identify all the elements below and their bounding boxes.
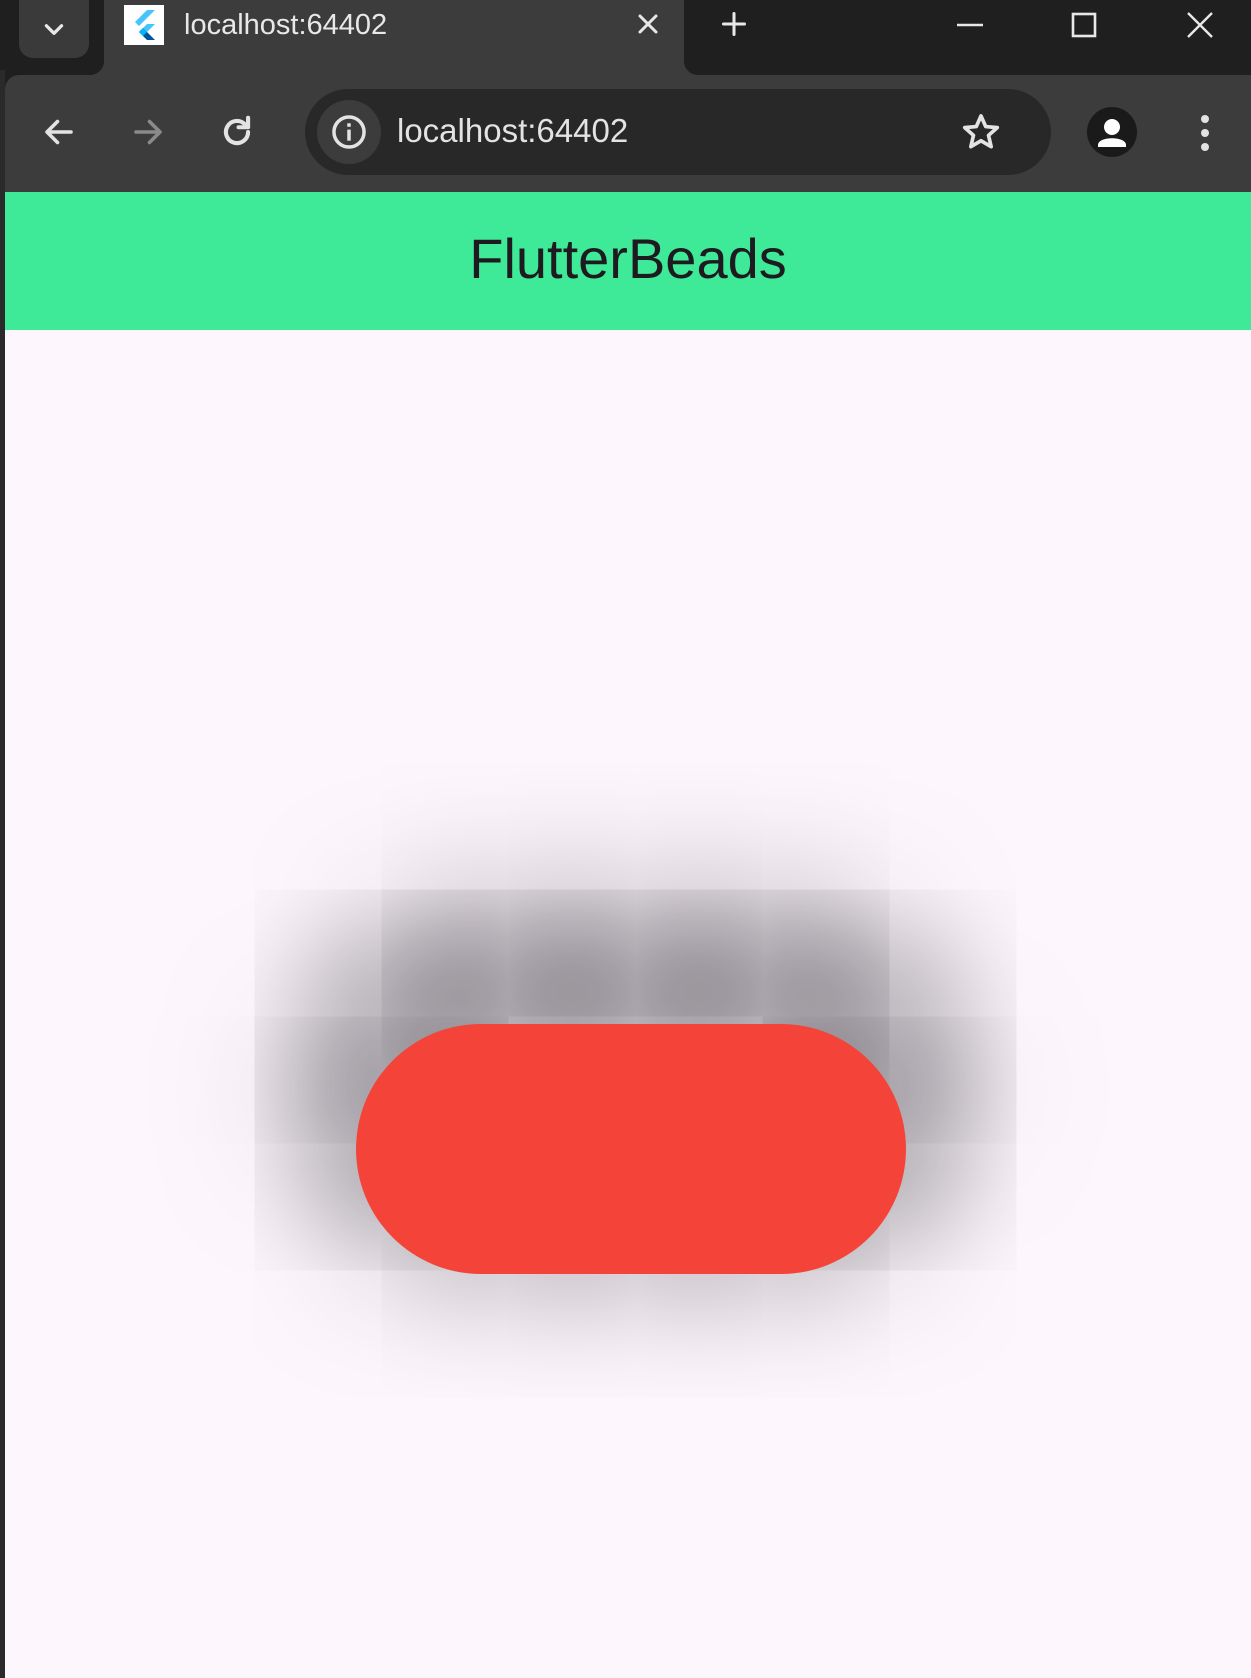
page-viewport: FlutterBeads bbox=[5, 192, 1251, 1678]
close-icon bbox=[1187, 12, 1213, 38]
browser-window: localhost:64402 localhost:64402 FlutterB… bbox=[0, 0, 1251, 1678]
minimize-icon bbox=[957, 23, 983, 27]
reload-icon bbox=[223, 115, 251, 146]
info-icon bbox=[332, 115, 366, 149]
app-title: FlutterBeads bbox=[469, 227, 787, 290]
profile-button[interactable] bbox=[1087, 107, 1137, 157]
maximize-button[interactable] bbox=[1054, 0, 1114, 50]
tab-title: localhost:64402 bbox=[184, 9, 388, 41]
more-vertical-icon bbox=[1201, 115, 1209, 151]
reload-button[interactable] bbox=[207, 102, 267, 162]
browser-tab[interactable]: localhost:64402 bbox=[90, 0, 698, 75]
app-bar: FlutterBeads bbox=[5, 192, 1251, 330]
flutter-logo-icon bbox=[124, 5, 164, 45]
bead[interactable] bbox=[356, 1024, 906, 1274]
url-text: localhost:64402 bbox=[397, 112, 629, 149]
back-button[interactable] bbox=[29, 102, 89, 162]
star-icon bbox=[962, 114, 1000, 149]
person-icon bbox=[1098, 119, 1126, 147]
forward-button[interactable] bbox=[118, 102, 178, 162]
plus-icon bbox=[721, 11, 747, 37]
close-window-button[interactable] bbox=[1170, 0, 1230, 50]
close-icon bbox=[638, 14, 658, 34]
minimize-button[interactable] bbox=[940, 0, 1000, 50]
tab-strip: localhost:64402 bbox=[0, 0, 1251, 75]
chevron-down-icon bbox=[44, 24, 64, 35]
arrow-right-icon bbox=[134, 119, 162, 145]
maximize-icon bbox=[1071, 12, 1097, 38]
browser-menu-button[interactable] bbox=[1183, 105, 1227, 161]
tab-close-button[interactable] bbox=[630, 6, 666, 42]
new-tab-button[interactable] bbox=[716, 6, 752, 42]
browser-toolbar: localhost:64402 bbox=[5, 75, 1251, 192]
arrow-left-icon bbox=[45, 119, 73, 145]
bookmark-button[interactable] bbox=[959, 110, 1003, 154]
address-bar[interactable]: localhost:64402 bbox=[305, 89, 1051, 175]
tab-search-button[interactable] bbox=[19, 0, 89, 58]
site-info-button[interactable] bbox=[317, 100, 381, 164]
